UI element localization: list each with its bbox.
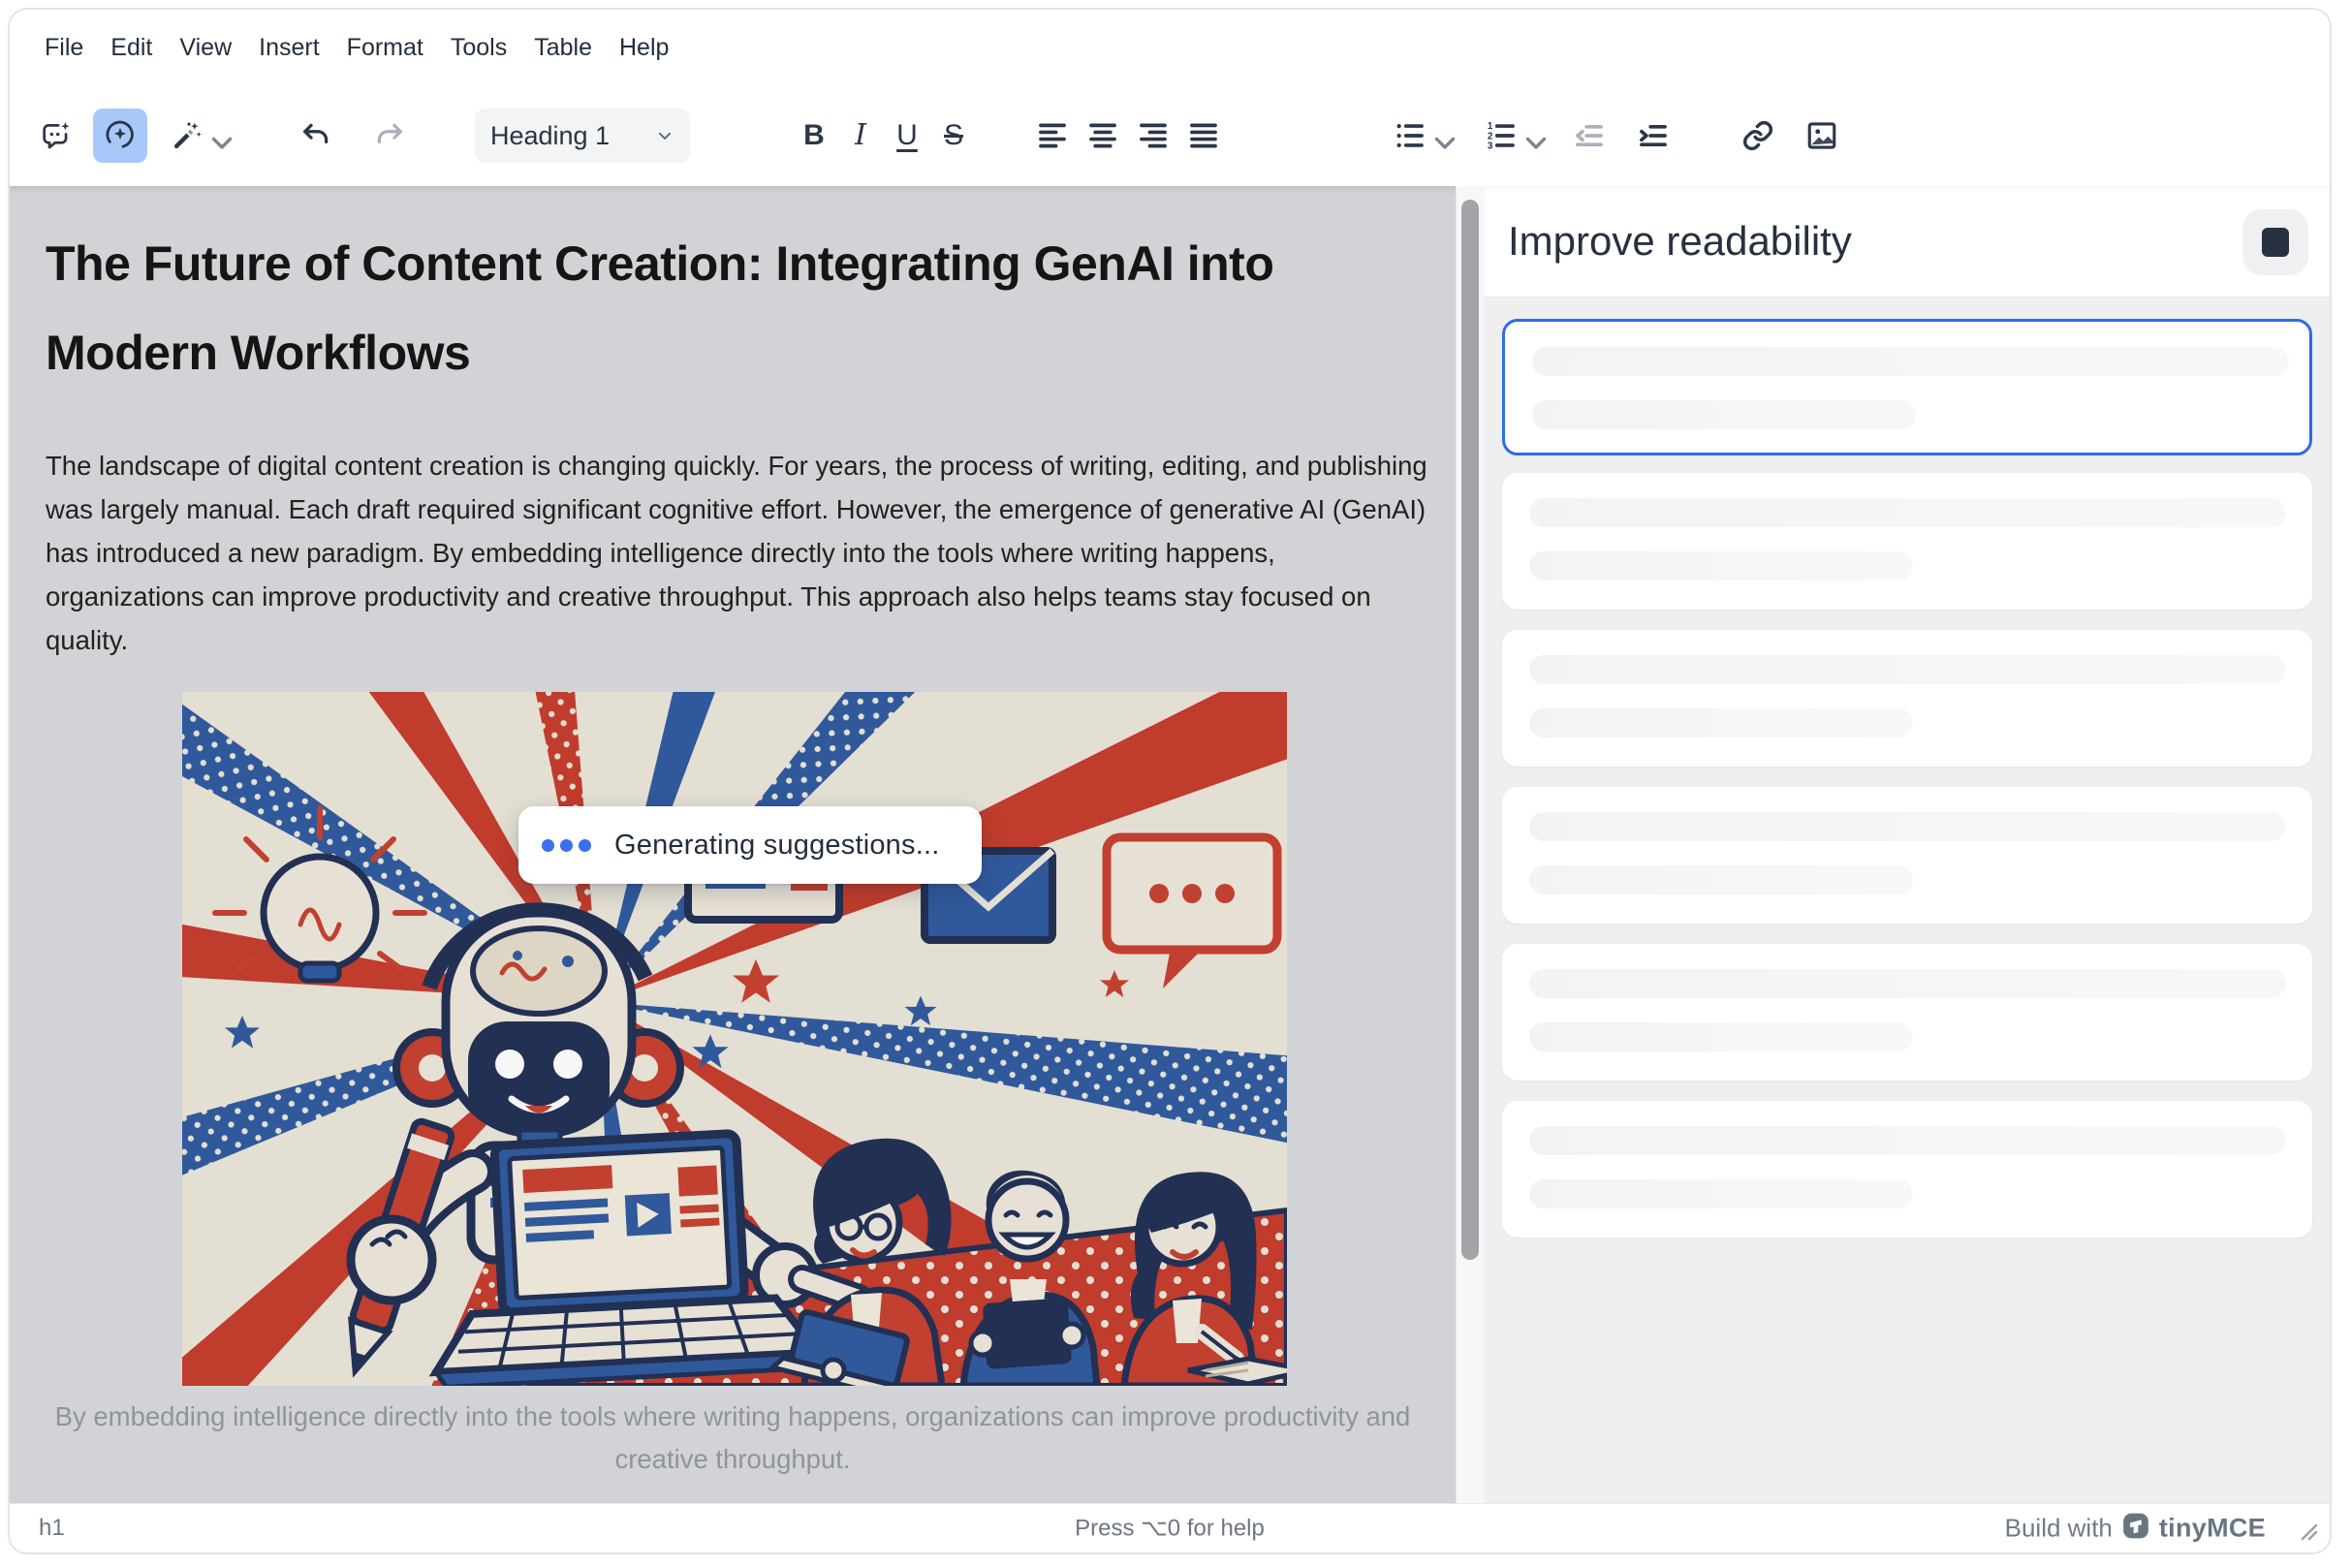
sidebar-header: Improve readability [1485,186,2330,298]
suggestion-card-skeleton[interactable] [1502,1101,2312,1238]
outdent-icon [1573,119,1606,152]
skeleton-line [1529,655,2286,684]
status-bar: h1 Press ⌥0 for help Build with tinyMCE [10,1503,2330,1552]
italic-button[interactable]: I [837,109,884,163]
branding-prefix: Build with [2005,1514,2113,1544]
toolbar: Heading 1 B I U S [10,85,2330,186]
align-right-button[interactable] [1128,109,1178,163]
skeleton-line [1529,812,2286,841]
stop-icon [2262,228,2289,257]
align-left-icon [1036,119,1069,152]
menu-edit[interactable]: Edit [97,24,166,72]
ai-sparkle-eye-icon [104,119,137,152]
insert-image-button[interactable] [1795,109,1849,163]
redo-button[interactable] [362,109,417,163]
branding[interactable]: Build with tinyMCE [2005,1513,2266,1545]
editor-scrollbar-thumb[interactable] [1461,200,1479,1260]
skeleton-line [1532,400,1916,429]
align-center-button[interactable] [1078,109,1128,163]
format-select-value: Heading 1 [490,121,653,151]
skeleton-line [1529,1126,2286,1155]
chevron-down-icon [205,126,225,145]
document-title: The Future of Content Creation: Integrat… [46,219,1296,397]
underline-button[interactable]: U [884,109,930,163]
align-right-icon [1137,119,1170,152]
suggestion-card-skeleton[interactable] [1502,319,2312,455]
redo-icon [373,119,406,152]
align-center-icon [1086,119,1119,152]
bold-button[interactable]: B [791,109,837,163]
align-justify-icon [1187,119,1220,152]
suggestion-card-skeleton[interactable] [1502,473,2312,610]
improve-readability-panel: Improve readability [1485,186,2330,1503]
numbered-list-icon: 1 2 3 [1485,119,1518,152]
skeleton-line [1529,969,2286,998]
chevron-down-icon [655,126,674,145]
insert-link-button[interactable] [1731,109,1785,163]
stop-generation-button[interactable] [2242,209,2308,275]
element-path[interactable]: h1 [39,1515,65,1542]
link-icon [1741,119,1774,152]
loading-dots-icon [542,839,591,852]
sidebar-title: Improve readability [1508,218,1852,265]
strikethrough-button[interactable]: S [930,109,977,163]
skeleton-line [1529,1179,1913,1208]
chevron-down-icon [1520,126,1539,145]
ai-assistant-button[interactable] [29,109,83,163]
skeleton-line [1529,551,1913,580]
ai-review-changes-button[interactable] [93,109,147,163]
skeleton-line [1532,347,2289,376]
skeleton-line [1529,1022,1913,1051]
ai-shortcuts-button[interactable] [157,109,238,163]
editor-content-area[interactable]: The Future of Content Creation: Integrat… [10,186,1456,1503]
ai-chat-bubble-icon [40,119,73,152]
menu-table[interactable]: Table [520,24,606,72]
editor-scrollbar-track[interactable] [1456,186,1485,1503]
indent-icon [1637,119,1670,152]
menu-tools[interactable]: Tools [437,24,520,72]
outdent-button[interactable] [1562,109,1616,163]
undo-button[interactable] [289,109,343,163]
align-left-button[interactable] [1027,109,1078,163]
numbered-list-button[interactable]: 1 2 3 [1471,109,1552,163]
svg-text:3: 3 [1488,141,1493,152]
resize-handle[interactable] [2299,1521,2320,1543]
undo-icon [299,119,332,152]
align-justify-button[interactable] [1178,109,1229,163]
chevron-down-icon [1428,126,1448,145]
image-icon [1805,119,1838,152]
image-caption: By embedding intelligence directly into … [46,1396,1420,1481]
skeleton-line [1529,708,1913,737]
help-shortcut-label: Press ⌥0 for help [1075,1515,1265,1543]
indent-button[interactable] [1626,109,1680,163]
menu-format[interactable]: Format [333,24,437,72]
menu-help[interactable]: Help [606,24,682,72]
menu-view[interactable]: View [166,24,245,72]
suggestion-card-skeleton[interactable] [1502,944,2312,1081]
app-window: File Edit View Insert Format Tools Table… [8,8,2332,1554]
document-illustration [182,692,1287,1386]
suggestion-card-skeleton[interactable] [1502,630,2312,767]
magic-wand-icon [171,119,204,152]
document-paragraph: The landscape of digital content creatio… [46,444,1439,662]
branding-brand: tinyMCE [2159,1514,2266,1544]
menu-file[interactable]: File [31,24,97,72]
format-select[interactable]: Heading 1 [475,109,690,163]
suggestion-card-skeleton[interactable] [1502,787,2312,924]
menu-bar: File Edit View Insert Format Tools Table… [10,10,2330,85]
bullet-list-icon [1394,119,1426,152]
generating-suggestions-toast: Generating suggestions... [518,806,982,884]
tinymce-logo-icon [2122,1513,2149,1545]
menu-insert[interactable]: Insert [245,24,333,72]
generating-suggestions-label: Generating suggestions... [614,830,939,862]
document-image[interactable] [182,692,1287,1386]
bullet-list-button[interactable] [1380,109,1461,163]
skeleton-line [1529,865,1913,894]
skeleton-line [1529,498,2286,527]
